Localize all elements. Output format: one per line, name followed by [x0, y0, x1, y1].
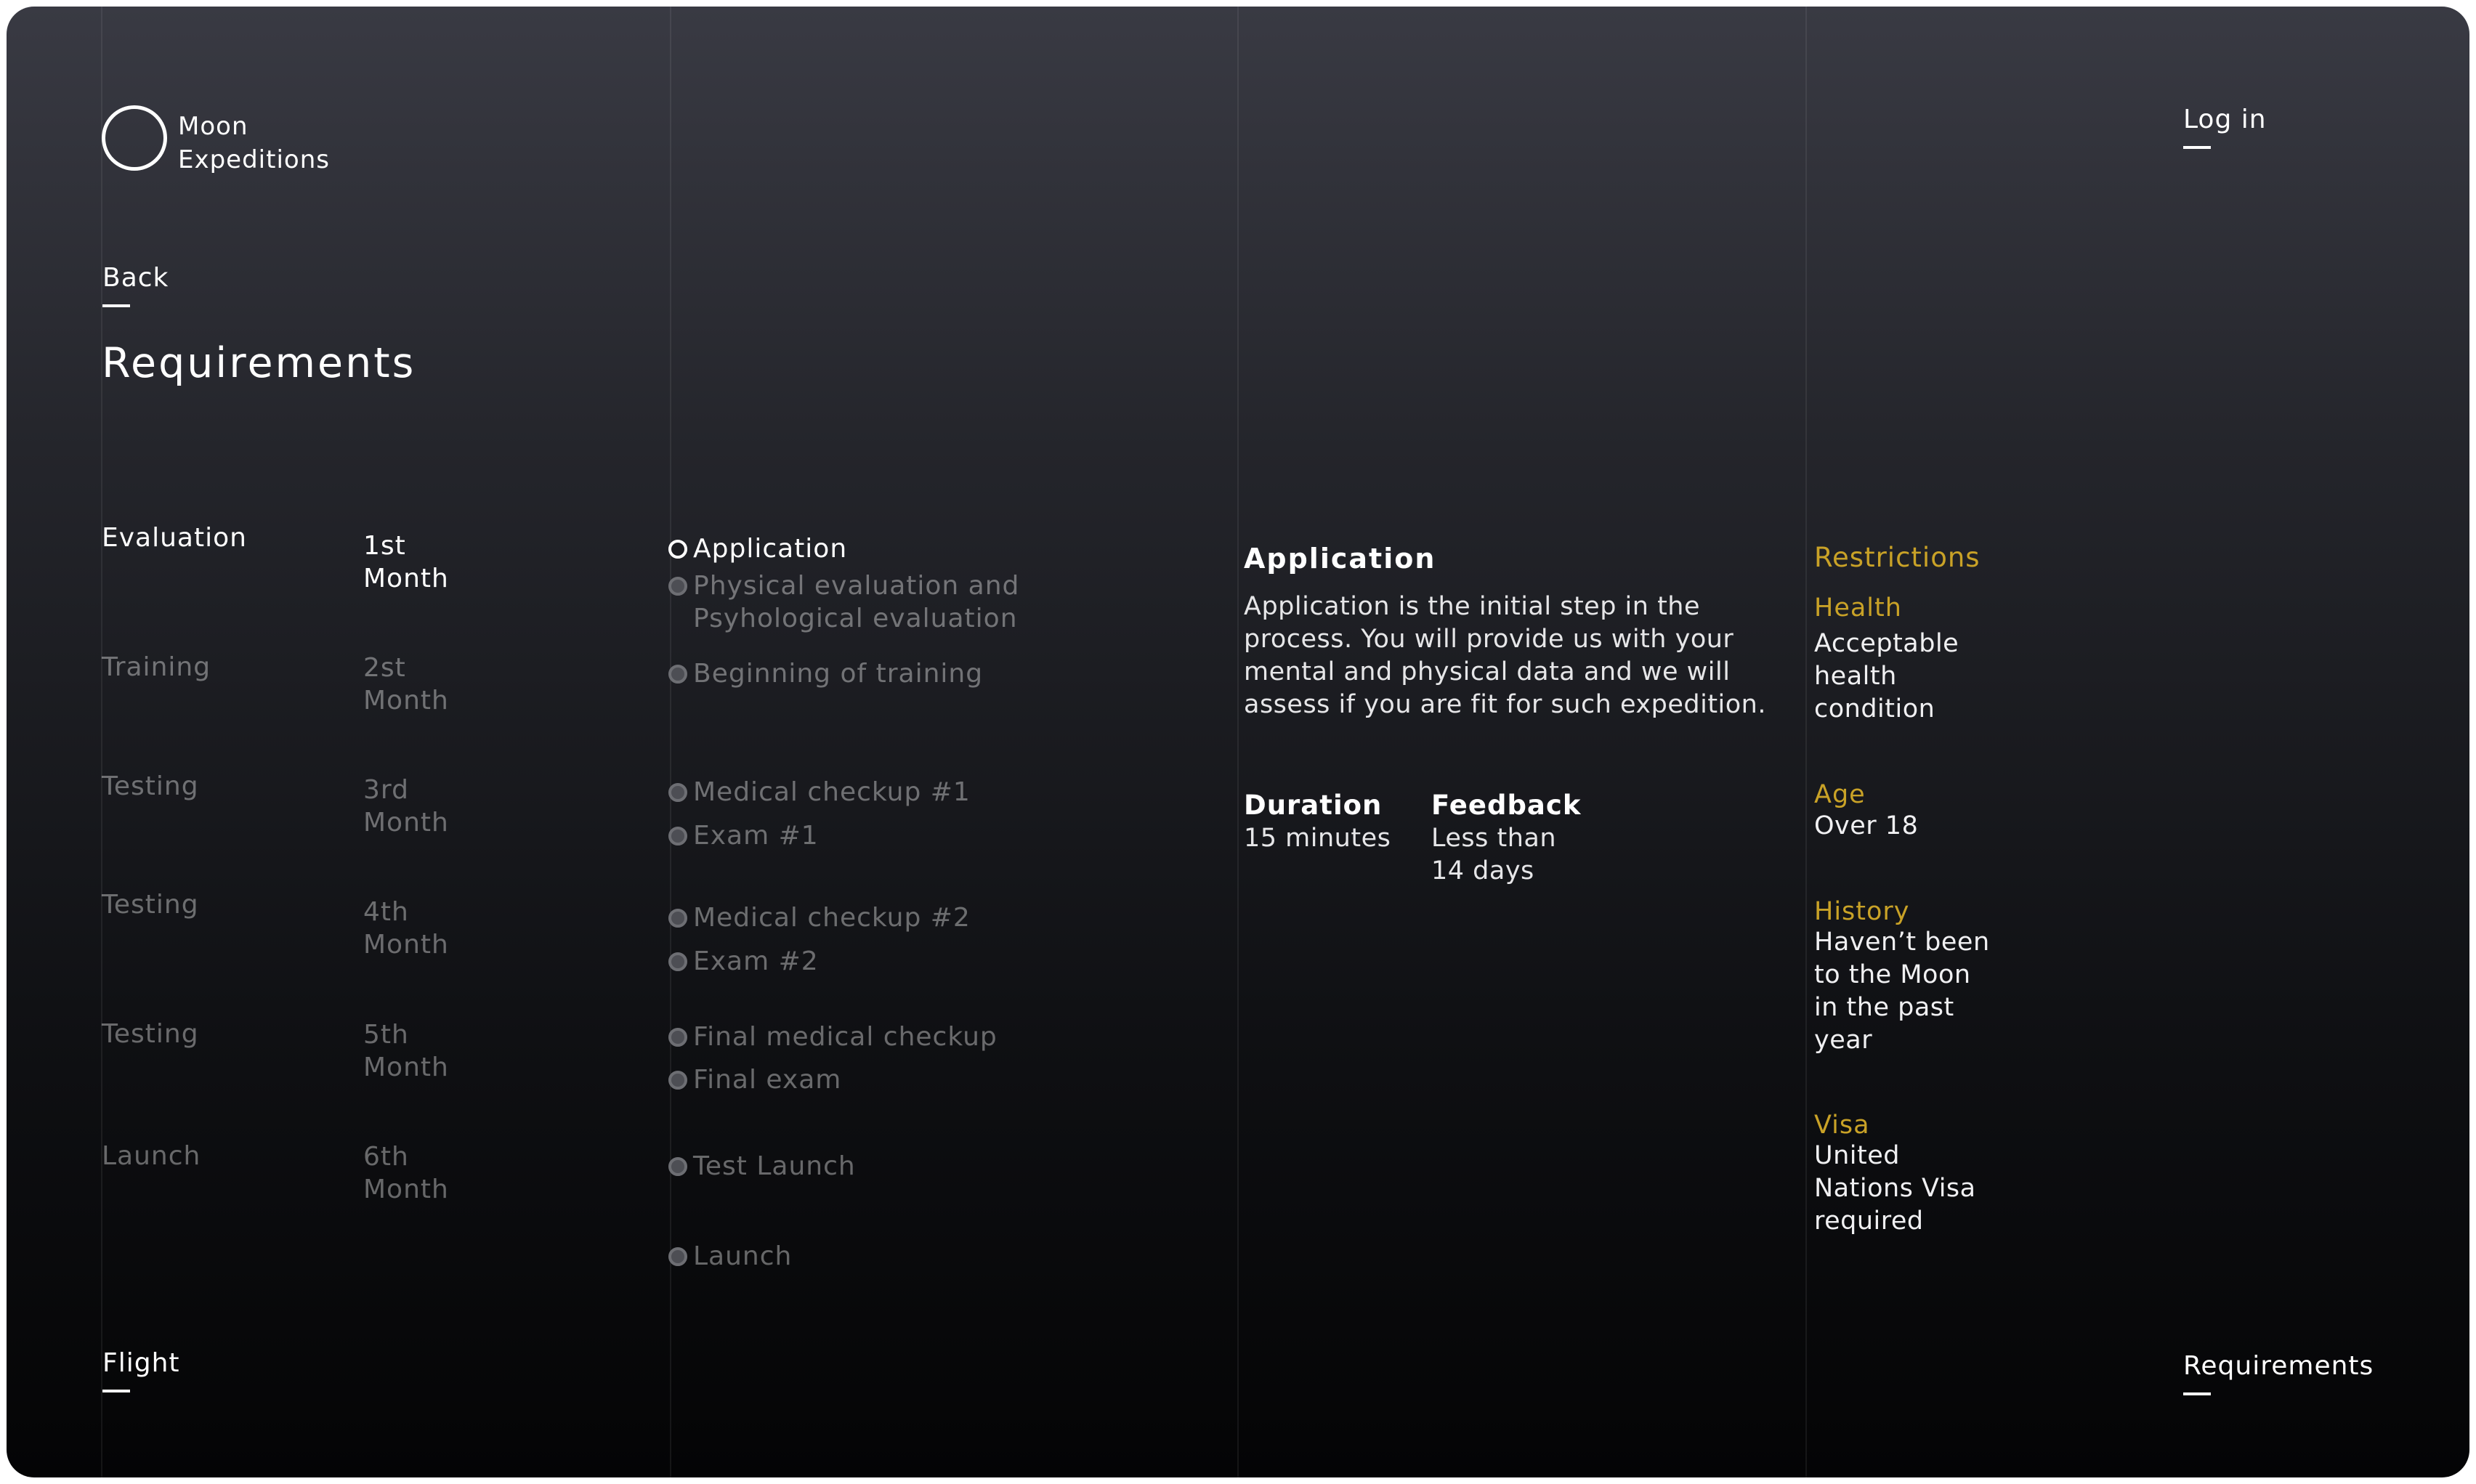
timeline-step-medical-1[interactable]: Medical checkup #1 — [693, 776, 1158, 808]
timeline-dot-icon[interactable] — [668, 1157, 687, 1176]
month-word: Month — [363, 808, 449, 838]
timeline-step-final-medical[interactable]: Final medical checkup — [693, 1021, 1158, 1053]
timeline-dot-icon[interactable] — [668, 577, 687, 596]
timeline-step-evaluation[interactable]: Physical evaluation and Psyhological eva… — [693, 569, 1158, 635]
timeline-dot-icon[interactable] — [668, 1028, 687, 1047]
column-divider — [101, 7, 102, 1477]
restriction-label-age: Age — [1814, 780, 1866, 809]
timeline-dot-icon[interactable] — [668, 1247, 687, 1266]
restriction-label-visa: Visa — [1814, 1111, 1870, 1140]
restriction-value-age: Over 18 — [1814, 811, 1919, 840]
brand-name[interactable]: Moon Expeditions — [178, 110, 330, 177]
timeline-dot-icon[interactable] — [668, 909, 687, 928]
month-number: 6th — [363, 1142, 409, 1172]
timeline-dot-icon[interactable] — [668, 1071, 687, 1090]
column-divider — [1237, 7, 1239, 1477]
month-label-1: 1st Month — [363, 530, 509, 595]
timeline-dot-icon[interactable] — [668, 952, 687, 971]
feedback-label: Feedback — [1431, 790, 1582, 821]
timeline-dot-icon[interactable] — [668, 665, 687, 684]
restriction-label-health: Health — [1814, 593, 1902, 623]
restriction-value-history: Haven’t been to the Moon in the past yea… — [1814, 928, 1990, 1055]
duration-value: 15 minutes — [1244, 824, 1391, 853]
restriction-value-health: Acceptable health condition — [1814, 629, 1959, 723]
timeline-step-training[interactable]: Beginning of training — [693, 657, 1158, 690]
phase-label-testing: Testing — [102, 890, 199, 920]
timeline-step-label: Psyhological evaluation — [693, 604, 1018, 633]
logo-icon[interactable] — [102, 105, 167, 171]
phase-label-evaluation: Evaluation — [102, 523, 247, 553]
month-number: 2st — [363, 653, 406, 683]
month-label-6: 6th Month — [363, 1140, 509, 1206]
month-label-2: 2st Month — [363, 652, 509, 717]
month-number: 5th — [363, 1020, 409, 1050]
detail-description: Application is the initial step in the p… — [1244, 592, 1766, 719]
restrictions-title: Restrictions — [1814, 542, 1981, 573]
timeline-step-final-exam[interactable]: Final exam — [693, 1063, 1158, 1096]
phase-label-training: Training — [102, 652, 211, 682]
month-label-5: 5th Month — [363, 1018, 509, 1084]
restriction-label-history: History — [1814, 897, 1910, 926]
month-word: Month — [363, 686, 449, 715]
timeline-dot-icon[interactable] — [668, 540, 687, 559]
feedback-value: Less than 14 days — [1431, 822, 1620, 888]
phase-label-testing: Testing — [102, 771, 199, 801]
month-number: 3rd — [363, 775, 409, 805]
timeline-step-launch[interactable]: Launch — [693, 1240, 1158, 1273]
brand-line-1: Moon — [178, 112, 248, 141]
month-label-3: 3rd Month — [363, 774, 509, 839]
feedback-value-line: Less than — [1431, 824, 1557, 853]
month-label-4: 4th Month — [363, 896, 509, 961]
requirements-link[interactable]: Requirements — [2183, 1350, 2374, 1395]
month-word: Month — [363, 1053, 449, 1082]
timeline-step-exam-2[interactable]: Exam #2 — [693, 945, 1158, 978]
flight-link[interactable]: Flight — [102, 1347, 180, 1392]
month-word: Month — [363, 930, 449, 960]
phase-label-testing: Testing — [102, 1019, 199, 1049]
page-title: Requirements — [102, 339, 416, 387]
login-link[interactable]: Log in — [2183, 104, 2267, 149]
feedback-value-line: 14 days — [1431, 856, 1534, 885]
timeline-step-label: Physical evaluation and — [693, 571, 1020, 601]
timeline-dot-icon[interactable] — [668, 783, 687, 802]
duration-label: Duration — [1244, 790, 1383, 821]
app-frame: Moon Expeditions Log in Back Requirement… — [7, 7, 2469, 1477]
brand-line-2: Expeditions — [178, 145, 330, 174]
timeline-dot-icon[interactable] — [668, 827, 687, 846]
detail-title: Application — [1244, 543, 1436, 575]
restriction-value-visa: United Nations Visa required — [1814, 1141, 1976, 1236]
phase-label-launch: Launch — [102, 1141, 201, 1171]
month-word: Month — [363, 1175, 449, 1204]
timeline-step-test-launch[interactable]: Test Launch — [693, 1150, 1158, 1183]
timeline-step-application[interactable]: Application — [693, 532, 1158, 565]
month-word: Month — [363, 564, 449, 593]
timeline-step-medical-2[interactable]: Medical checkup #2 — [693, 901, 1158, 934]
back-link[interactable]: Back — [102, 262, 169, 307]
timeline-step-exam-1[interactable]: Exam #1 — [693, 819, 1158, 852]
month-number: 4th — [363, 897, 409, 927]
month-number: 1st — [363, 531, 406, 561]
column-divider — [1805, 7, 1807, 1477]
